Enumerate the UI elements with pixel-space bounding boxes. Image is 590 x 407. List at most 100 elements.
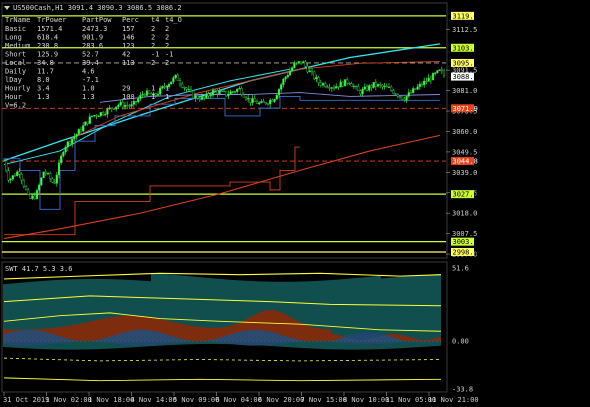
time-tick-label: 7 Nov 15:00 [301,396,347,404]
candle-body [117,104,120,108]
candle-body [55,174,58,184]
time-tick-label: 5 Nov 09:00 [173,396,219,404]
candle-body [40,177,43,186]
candle-body [236,88,239,92]
support-step-line[interactable] [4,95,440,210]
candle-body [363,86,366,90]
candle-body [189,88,193,92]
price-tick-label: 3112.5 [452,26,477,34]
candle-body [51,178,54,183]
candle-body [203,96,206,98]
candle-body [273,99,276,102]
candle-body [176,74,179,81]
time-axis: 31 Oct 20191 Nov 02:001 Nov 18:004 Nov 1… [3,392,479,404]
candle-body [381,84,384,87]
candle-body [9,178,12,181]
candle-body [218,90,221,94]
candle-body [22,180,25,187]
candle-body [284,76,287,80]
candle-body [337,86,340,88]
candle-body [178,80,182,85]
candle-body [18,171,21,175]
candle-body [253,98,256,102]
candle-body [407,92,410,97]
candle-body [106,108,109,115]
candle-body [132,101,135,105]
stats-cell: 123 [122,42,135,50]
candle-body [425,80,428,83]
stats-cell: 8.0 [37,76,50,84]
candle-body [339,81,342,88]
candle-body [172,77,175,83]
stats-cell: Short [5,51,26,59]
candle-body [387,86,391,88]
candle-body [194,95,197,99]
candle-body [214,89,217,91]
price-tick-label: 3060.0 [452,128,477,136]
candle-body [343,79,347,87]
candle-body [126,104,129,107]
stats-header: TrPower [37,16,67,24]
stats-cell: 34.8 [37,59,54,67]
candle-body [38,184,41,191]
stats-cell: 901.9 [82,34,103,42]
candle-body [348,82,351,85]
candle-body [192,90,195,99]
candle-body [68,141,72,144]
candle-body [299,61,303,64]
stats-cell: 52.7 [82,51,99,59]
price-tick-label: 3007.5 [452,230,477,238]
candle-body [5,160,8,171]
candle-body [148,90,151,94]
stats-cell: 157 [122,25,135,33]
candle-body [174,74,177,78]
candle-body [260,101,263,103]
level-tag-label: 3103.0 [453,44,478,52]
stats-header: Perc [122,16,139,24]
candle-body [7,170,10,181]
candle-body [412,88,415,93]
stats-cell: 1 [151,85,155,93]
swt-lower-dashed [3,357,442,362]
candle-body [304,61,307,67]
candle-body [251,98,254,103]
moving-average-slow[interactable] [3,134,441,240]
price-tick-label: 3049.5 [452,148,477,156]
candle-body [255,101,259,105]
candle-body [275,94,278,100]
candle-body [222,90,226,93]
candle-body [271,99,274,102]
candle-body [302,61,305,64]
candle-body [123,104,127,108]
candle-body [372,82,375,88]
candle-body [438,69,441,71]
chevron-down-icon[interactable] [4,6,10,10]
candle-body [143,94,146,96]
level-tag-label: 3027.8 [453,191,478,199]
candle-body [156,93,160,96]
stats-cell: 29 [122,85,130,93]
candle-body [77,129,80,135]
level-tag-label: 3044.8 [453,158,478,166]
stats-cell: Hourly [5,85,30,93]
candle-body [416,86,419,90]
candle-body [277,88,281,96]
candle-body [62,151,65,157]
candle-body [71,138,74,144]
stats-cell: -7.1 [82,76,99,84]
price-tick-label: 3081.0 [452,87,477,95]
stats-cell: 1 [151,93,155,101]
level-tag-label: 3003.4 [453,238,478,246]
candle-body [33,195,36,200]
candle-body [297,61,300,63]
candle-body [115,106,118,110]
candle-body [332,87,336,89]
candle-body [390,86,393,91]
candle-body [64,146,67,153]
candle-body [352,85,355,88]
price-series [2,60,446,200]
stats-cell: 1.3 [37,93,50,101]
resistance-step-line[interactable] [4,146,300,236]
candle-body [315,77,318,79]
candle-body [220,90,223,92]
